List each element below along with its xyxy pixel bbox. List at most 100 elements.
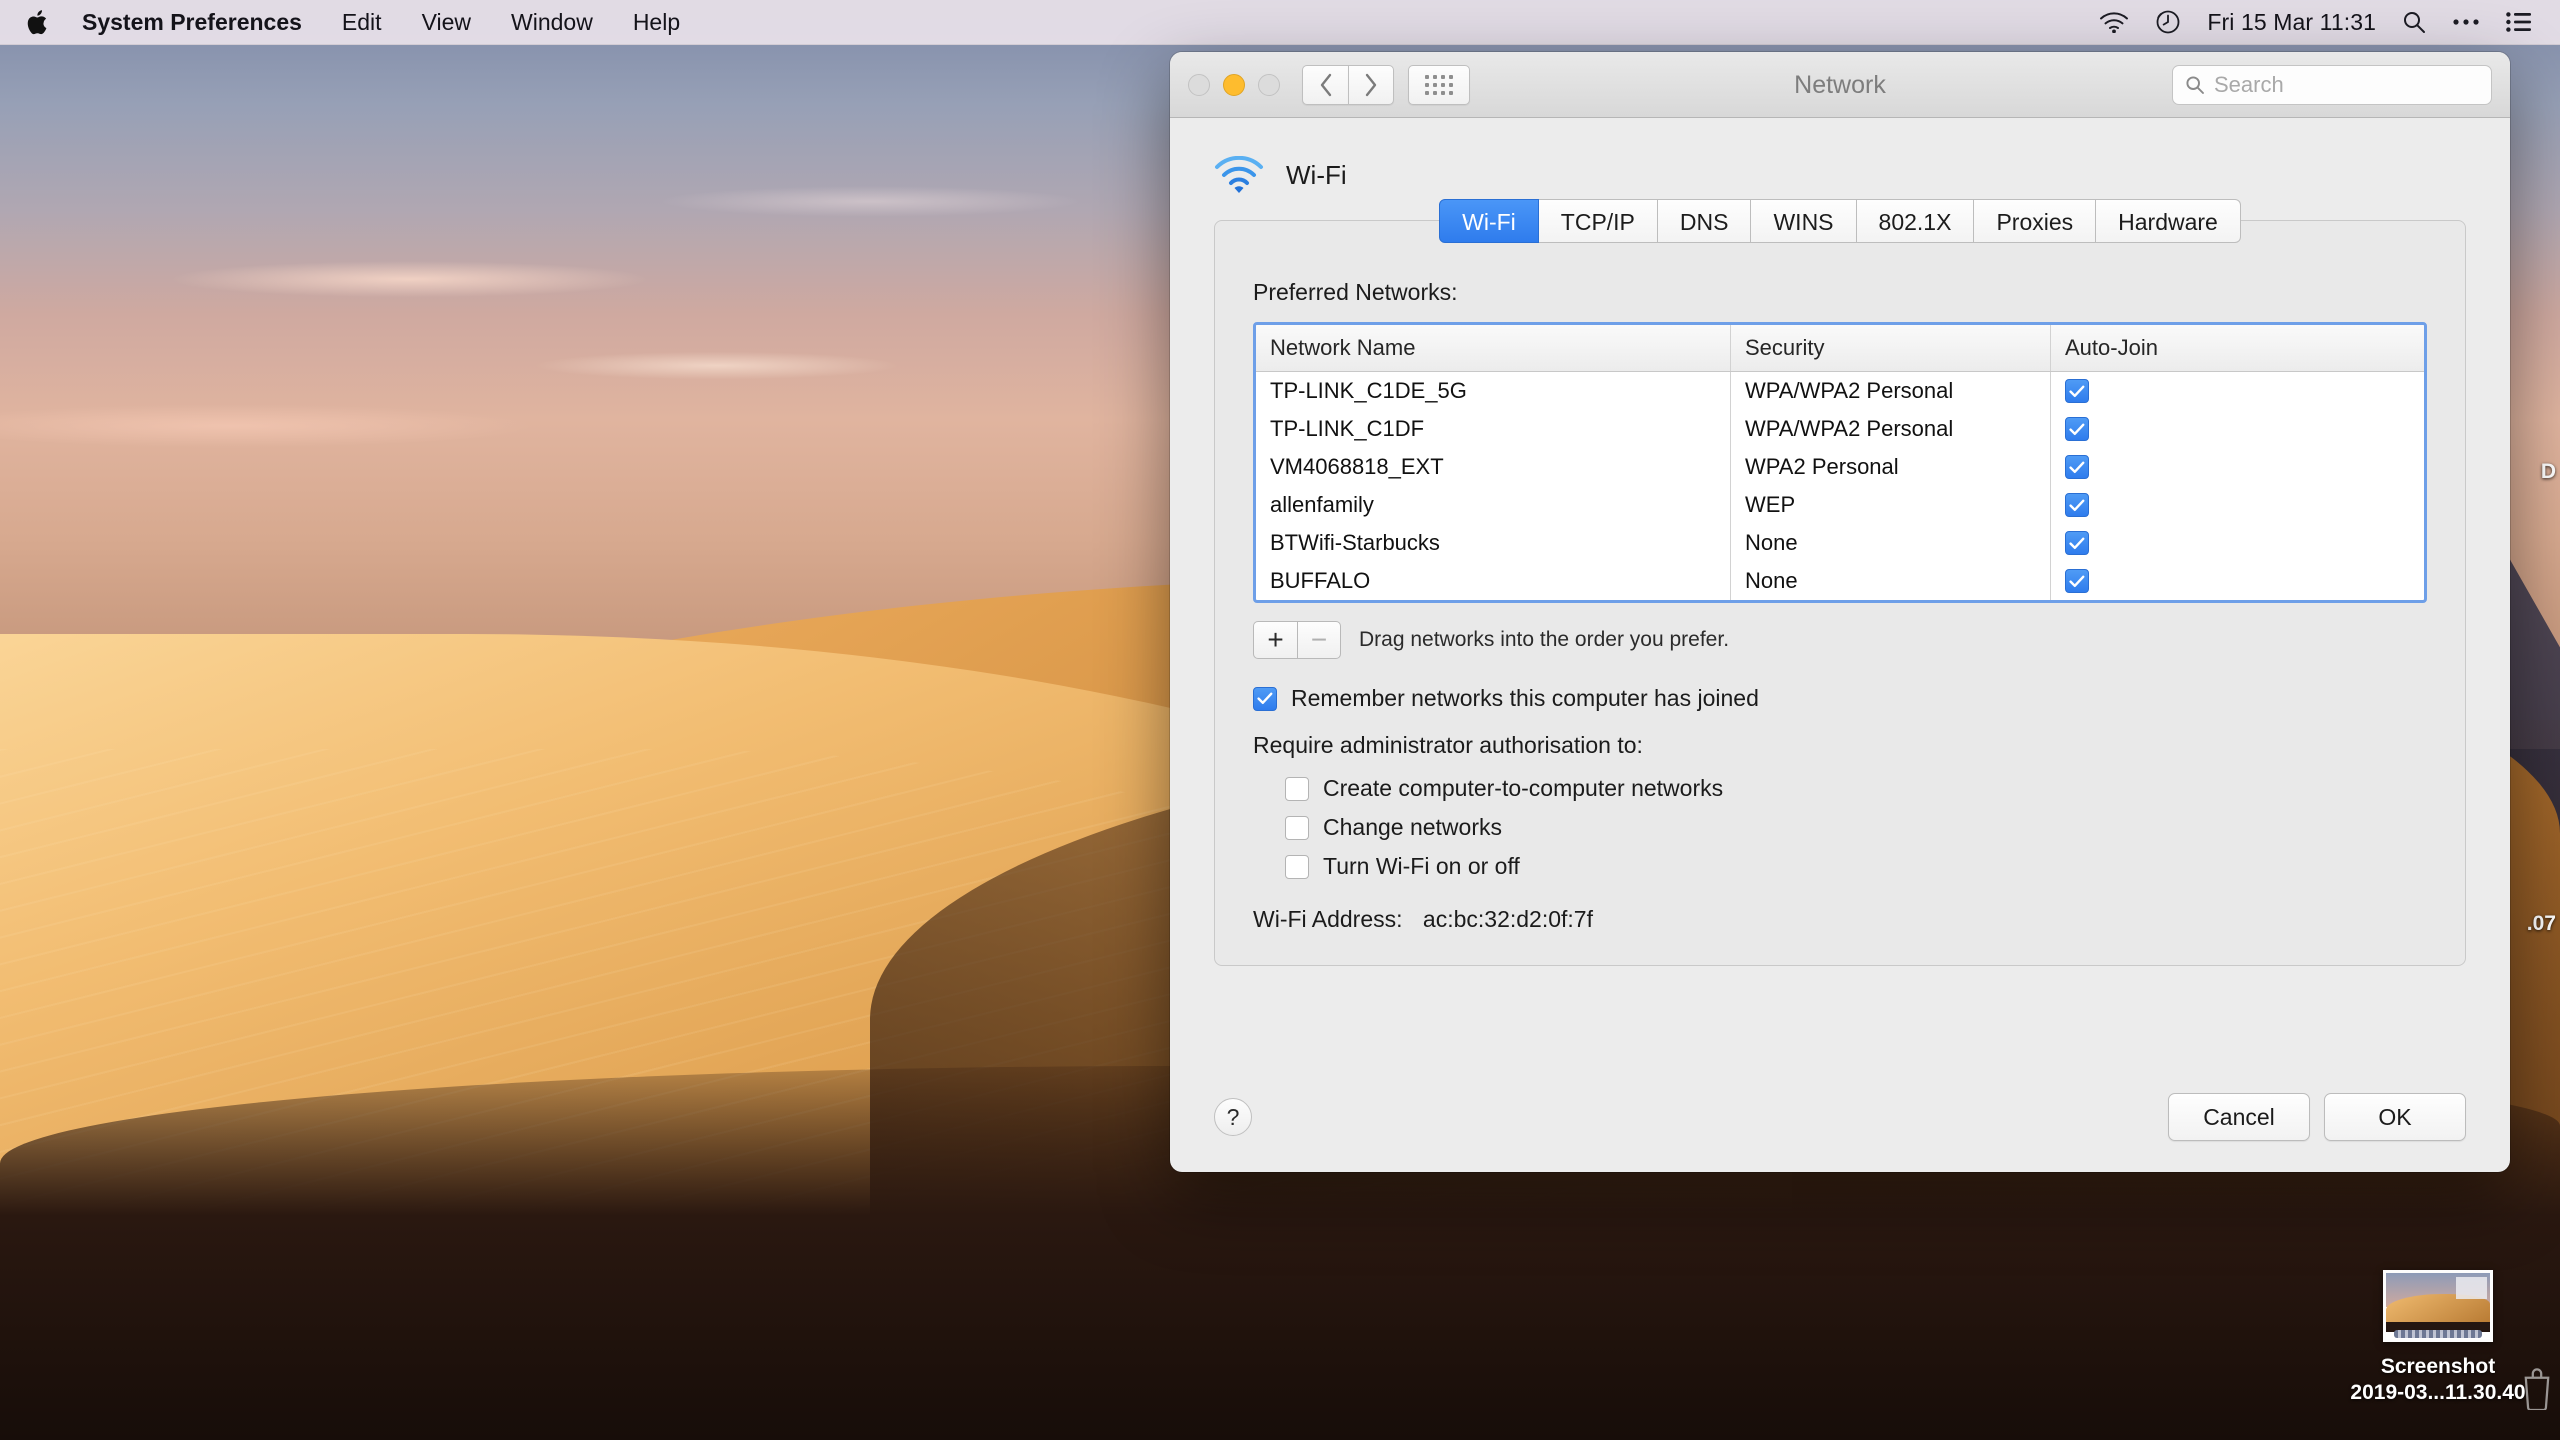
desktop-icon-screenshot[interactable]: Screenshot 2019-03...11.30.40 [2338,1269,2538,1406]
time-machine-icon[interactable] [2155,9,2181,35]
menu-bar-clock[interactable]: Fri 15 Mar 11:31 [2207,9,2376,36]
table-row[interactable]: allenfamily WEP [1256,486,2424,524]
auto-join-checkbox[interactable] [2065,531,2089,555]
cell-auto-join [2050,486,2424,524]
help-button[interactable]: ? [1214,1098,1252,1136]
admin-option-turn-wifi[interactable]: Turn Wi-Fi on or off [1285,853,2427,880]
cell-network-name: TP-LINK_C1DE_5G [1270,378,1467,403]
table-row[interactable]: TP-LINK_C1DE_5G WPA/WPA2 Personal [1256,372,2424,410]
cell-security: WPA/WPA2 Personal [1730,410,2050,448]
control-center-icon[interactable] [2452,17,2480,27]
service-label: Wi-Fi [1286,159,1347,190]
cell-security: None [1730,562,2050,600]
zoom-button[interactable] [1258,73,1280,96]
notification-center-icon[interactable] [2506,12,2532,32]
search-field[interactable]: Search [2172,64,2492,105]
tab-wifi[interactable]: Wi-Fi [1439,199,1539,243]
preferred-networks-label: Preferred Networks: [1253,279,1458,305]
window-body: Wi-Fi Wi-Fi TCP/IP DNS WINS 802.1X Proxi… [1170,118,2510,1062]
auto-join-checkbox[interactable] [2065,569,2089,593]
add-network-button[interactable]: + [1253,621,1297,659]
admin-options-group: Create computer-to-computer networks Cha… [1253,775,2427,880]
menu-bar: System Preferences Edit View Window Help… [0,0,2560,45]
table-header-row: Network Name Security Auto-Join [1256,325,2424,372]
cell-auto-join [2050,562,2424,600]
wifi-address-value: ac:bc:32:d2:0f:7f [1422,906,1593,932]
traffic-light-group [1188,73,1280,96]
window-titlebar[interactable]: Network Search [1170,52,2510,118]
admin-authorisation-label: Require administrator authorisation to: [1253,732,1643,758]
cell-network-name: allenfamily [1270,492,1374,517]
column-header-auto-join[interactable]: Auto-Join [2050,325,2424,371]
create-networks-checkbox[interactable] [1285,776,1309,801]
screenshot-thumbnail [2383,1269,2493,1342]
cell-auto-join [2050,372,2424,410]
desktop-edge-label-top[interactable]: D [2541,460,2556,484]
cell-security: WEP [1730,486,2050,524]
column-header-network-name[interactable]: Network Name [1256,325,1730,371]
cell-security: None [1730,524,2050,562]
cell-auto-join [2050,524,2424,562]
apple-logo-icon[interactable] [26,7,52,37]
table-row[interactable]: TP-LINK_C1DF WPA/WPA2 Personal [1256,410,2424,448]
wifi-icon [1215,156,1263,193]
footer-action-buttons: Cancel OK [2168,1093,2466,1141]
auto-join-checkbox[interactable] [2065,417,2089,441]
menu-item-window[interactable]: Window [491,0,613,45]
table-row[interactable]: BUFFALO None [1256,562,2424,600]
admin-option-create-networks[interactable]: Create computer-to-computer networks [1285,775,2427,802]
tab-bar: Wi-Fi TCP/IP DNS WINS 802.1X Proxies Har… [1215,199,2465,243]
wifi-address-row: Wi-Fi Address: ac:bc:32:d2:0f:7f [1253,906,2427,933]
cell-network-name: VM4068818_EXT [1270,454,1444,479]
column-header-security[interactable]: Security [1730,325,2050,371]
table-row[interactable]: VM4068818_EXT WPA2 Personal [1256,448,2424,486]
turn-wifi-checkbox[interactable] [1285,854,1309,879]
close-button[interactable] [1188,73,1210,96]
show-all-icon[interactable] [1408,64,1470,105]
change-networks-label: Change networks [1323,814,1502,840]
tab-tcpip[interactable]: TCP/IP [1538,199,1658,243]
ok-button[interactable]: OK [2324,1093,2466,1141]
back-button[interactable] [1302,64,1348,105]
menu-item-view[interactable]: View [402,0,491,45]
menu-item-edit[interactable]: Edit [322,0,402,45]
forward-button[interactable] [1348,64,1394,105]
preferred-networks-table[interactable]: Network Name Security Auto-Join TP-LINK_… [1253,322,2427,603]
tab-8021x[interactable]: 802.1X [1856,199,1975,243]
tab-dns[interactable]: DNS [1657,199,1752,243]
auto-join-checkbox[interactable] [2065,379,2089,403]
minimize-button[interactable] [1223,73,1245,96]
cell-network-name: BUFFALO [1270,568,1371,593]
cell-network-name: BTWifi-Starbucks [1270,530,1440,555]
wifi-settings-panel: Wi-Fi TCP/IP DNS WINS 802.1X Proxies Har… [1214,199,2466,966]
add-remove-group: + − [1253,621,1341,659]
table-controls: + − Drag networks into the order you pre… [1253,621,2427,659]
tab-hardware[interactable]: Hardware [2096,199,2241,243]
network-preferences-window: Network Search Wi-Fi Wi-Fi TCP/IP DNS WI… [1170,52,2510,1172]
tab-wins[interactable]: WINS [1751,199,1857,243]
table-row[interactable]: BTWifi-Starbucks None [1256,524,2424,562]
search-icon [2186,75,2204,94]
remove-network-button[interactable]: − [1297,621,1341,659]
spotlight-search-icon[interactable] [2402,10,2426,34]
remember-networks-label: Remember networks this computer has join… [1291,685,1759,711]
remember-networks-row[interactable]: Remember networks this computer has join… [1253,685,2427,712]
cancel-button[interactable]: Cancel [2168,1093,2310,1141]
change-networks-checkbox[interactable] [1285,815,1309,840]
search-placeholder: Search [2214,71,2284,97]
menu-app-name[interactable]: System Preferences [82,0,322,45]
admin-option-change-networks[interactable]: Change networks [1285,814,2427,841]
create-networks-label: Create computer-to-computer networks [1323,775,1724,801]
desktop-icon-label-line2: 2019-03...11.30.40 [2350,1380,2526,1404]
turn-wifi-label: Turn Wi-Fi on or off [1323,853,1520,879]
remember-networks-checkbox[interactable] [1253,686,1277,711]
drag-hint-text: Drag networks into the order you prefer. [1359,628,1730,651]
tab-proxies[interactable]: Proxies [1974,199,2097,243]
wifi-status-icon[interactable] [2099,11,2129,33]
trash-icon[interactable] [2520,1368,2554,1410]
menu-item-help[interactable]: Help [613,0,700,45]
auto-join-checkbox[interactable] [2065,493,2089,517]
cell-auto-join [2050,448,2424,486]
desktop-edge-label-bottom[interactable]: .07 [2527,912,2556,936]
auto-join-checkbox[interactable] [2065,455,2089,479]
